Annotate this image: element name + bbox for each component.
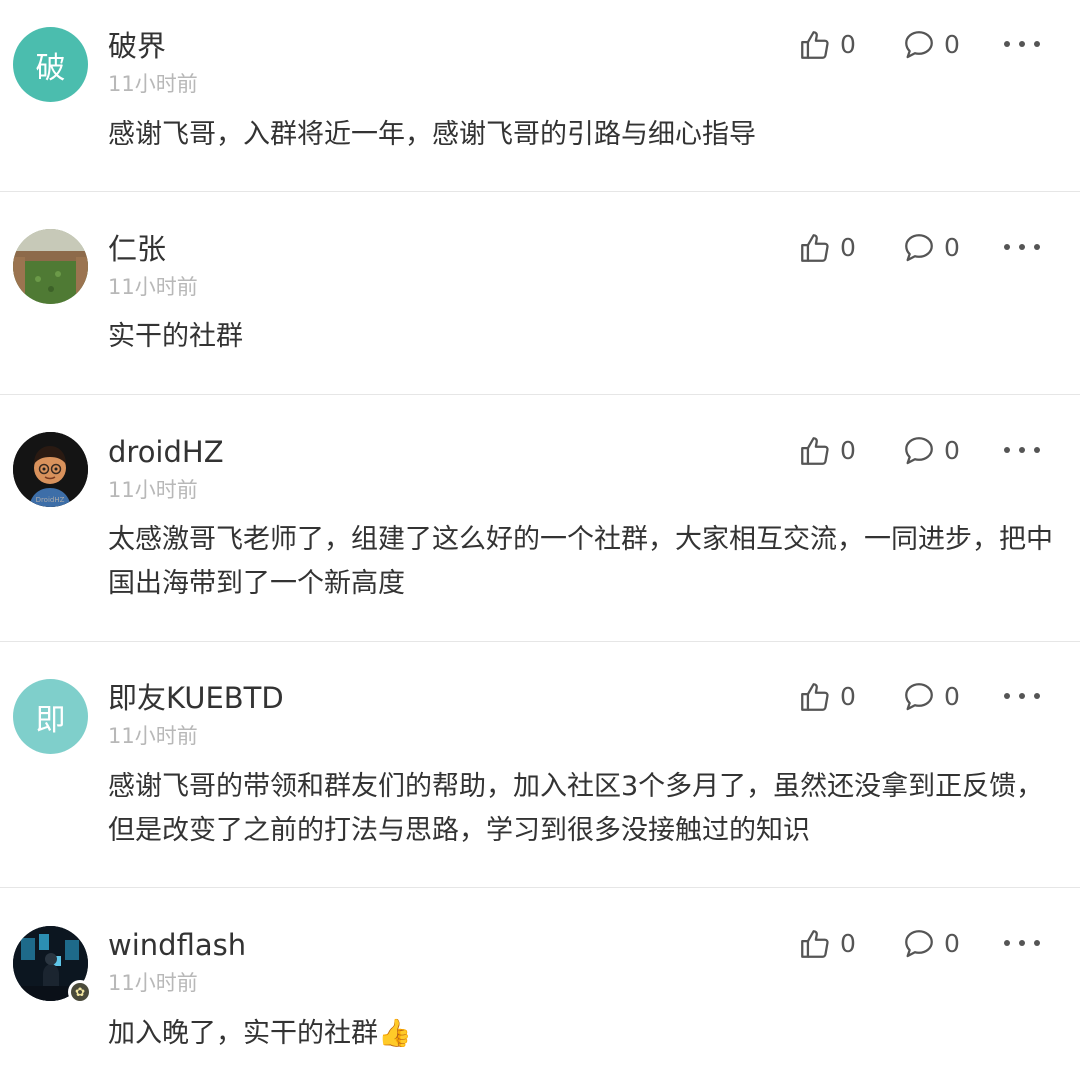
- divider: [0, 191, 1080, 192]
- reply-button[interactable]: 0: [902, 680, 960, 714]
- divider: [0, 641, 1080, 642]
- more-dots-icon: [1004, 447, 1010, 453]
- more-dots-icon: [1004, 41, 1010, 47]
- comment-time: 11小时前: [108, 275, 198, 299]
- reply-button[interactable]: 0: [902, 434, 960, 468]
- thumbs-up-icon: [801, 683, 829, 711]
- comment-text: 太感激哥飞老师了，组建了这么好的一个社群，大家相互交流，一同进步，把中国出海带到…: [108, 524, 1053, 599]
- comment-time: 11小时前: [108, 72, 198, 96]
- avatar[interactable]: 即: [13, 679, 88, 754]
- like-button[interactable]: 0: [798, 680, 856, 714]
- more-options-button[interactable]: [1004, 686, 1040, 706]
- divider: [0, 887, 1080, 888]
- comment-text: 实干的社群: [108, 321, 243, 352]
- speech-bubble-icon: [905, 930, 933, 958]
- reply-button[interactable]: 0: [902, 28, 960, 62]
- more-options-button[interactable]: [1004, 933, 1040, 953]
- like-button[interactable]: 0: [798, 927, 856, 961]
- reply-count: 0: [944, 929, 960, 958]
- comment-author[interactable]: 即友KUEBTD: [108, 680, 284, 716]
- more-options-button[interactable]: [1004, 34, 1040, 54]
- comment-text: 感谢飞哥，入群将近一年，感谢飞哥的引路与细心指导: [108, 119, 756, 150]
- speech-bubble-icon: [905, 683, 933, 711]
- reply-button[interactable]: 0: [902, 231, 960, 265]
- comment-time: 11小时前: [108, 478, 198, 502]
- thumbs-up-icon: [801, 930, 829, 958]
- farm-photo-avatar: [13, 229, 88, 304]
- avatar[interactable]: DroidHZ: [13, 432, 88, 507]
- reply-count: 0: [944, 436, 960, 465]
- comment-text: 加入晚了，实干的社群👍: [108, 1018, 412, 1049]
- cartoon-boy-avatar: DroidHZ: [13, 432, 88, 507]
- like-count: 0: [840, 233, 856, 262]
- thumbs-up-icon: [801, 437, 829, 465]
- like-count: 0: [840, 682, 856, 711]
- like-button[interactable]: 0: [798, 434, 856, 468]
- speech-bubble-icon: [905, 31, 933, 59]
- avatar[interactable]: [13, 229, 88, 304]
- comment-author[interactable]: 仁张: [108, 231, 166, 267]
- more-dots-icon: [1004, 244, 1010, 250]
- comment-author[interactable]: 破界: [108, 28, 166, 64]
- thumbs-up-icon: [801, 234, 829, 262]
- comment-time: 11小时前: [108, 724, 198, 748]
- comment-author[interactable]: windflash: [108, 927, 246, 963]
- like-count: 0: [840, 436, 856, 465]
- thumbs-up-icon: [801, 31, 829, 59]
- divider: [0, 394, 1080, 395]
- more-dots-icon: [1004, 693, 1010, 699]
- avatar-initial: 破: [35, 50, 66, 86]
- more-options-button[interactable]: [1004, 440, 1040, 460]
- speech-bubble-icon: [905, 234, 933, 262]
- more-options-button[interactable]: [1004, 237, 1040, 257]
- flower-badge-icon: ✿: [71, 983, 89, 1001]
- comment-time: 11小时前: [108, 971, 198, 995]
- avatar-caption: DroidHZ: [36, 496, 65, 504]
- speech-bubble-icon: [905, 437, 933, 465]
- comment-text: 感谢飞哥的带领和群友们的帮助，加入社区3个多月了，虽然还没拿到正反馈，但是改变了…: [108, 771, 1044, 846]
- like-count: 0: [840, 929, 856, 958]
- like-button[interactable]: 0: [798, 28, 856, 62]
- comment-author[interactable]: droidHZ: [108, 434, 224, 470]
- reply-button[interactable]: 0: [902, 927, 960, 961]
- avatar[interactable]: 破: [13, 27, 88, 102]
- user-badge: ✿: [68, 980, 92, 1004]
- like-button[interactable]: 0: [798, 231, 856, 265]
- reply-count: 0: [944, 233, 960, 262]
- more-dots-icon: [1004, 940, 1010, 946]
- like-count: 0: [840, 30, 856, 59]
- reply-count: 0: [944, 30, 960, 59]
- reply-count: 0: [944, 682, 960, 711]
- avatar-initial: 即: [35, 702, 66, 738]
